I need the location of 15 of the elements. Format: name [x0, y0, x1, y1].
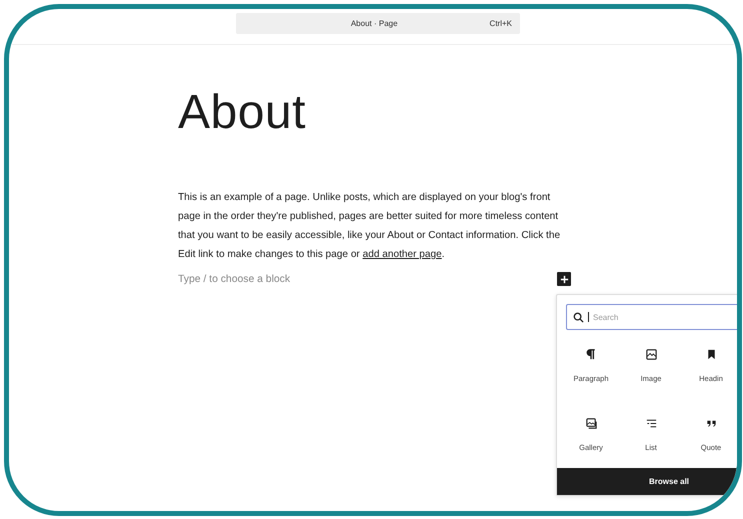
- page-title[interactable]: About: [178, 83, 578, 143]
- block-placeholder[interactable]: Type / to choose a block: [178, 274, 290, 284]
- pilcrow-icon: [584, 348, 598, 361]
- search-icon: [573, 312, 584, 322]
- keyboard-shortcut: Ctrl+K: [490, 19, 512, 28]
- document-title: About · Page: [350, 19, 398, 28]
- browse-all-button[interactable]: Browse all: [557, 468, 737, 495]
- paragraph[interactable]: This is an example of a page. Unlike posts, which are displayed on your blog's front page in the order they're published, pages are better suited for more timeless content that you want to be easily accessible, like your About or Contact information. Click the Edit link to make changes to this page or add another page.: [178, 188, 566, 264]
- plus-icon: [560, 274, 568, 284]
- gallery-icon: [584, 416, 598, 430]
- image-icon: [644, 348, 658, 361]
- list-icon: [644, 416, 658, 430]
- add-block-button[interactable]: [557, 272, 571, 286]
- add-page-link[interactable]: add another page: [362, 249, 442, 260]
- command-bar[interactable]: About · Page Ctrl+K: [236, 13, 520, 34]
